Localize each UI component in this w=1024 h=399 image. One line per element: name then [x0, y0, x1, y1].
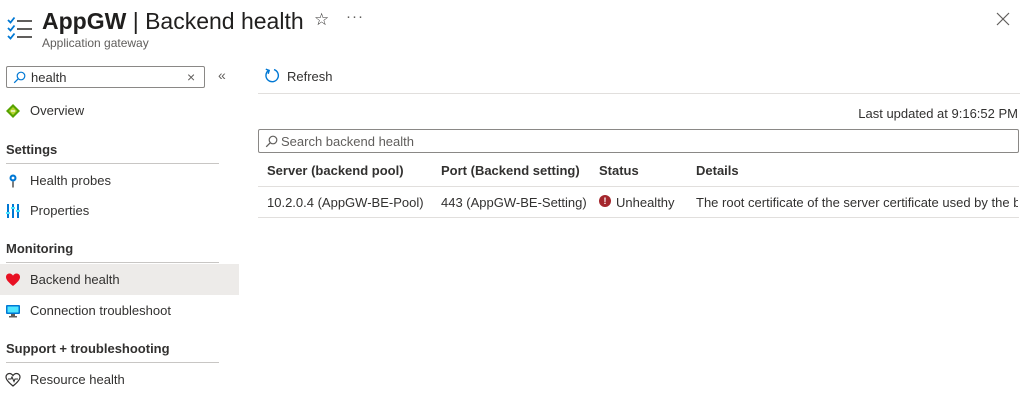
nav-item-label: Overview [30, 103, 85, 118]
column-header-status[interactable]: Status [599, 163, 639, 178]
last-updated-text: Last updated at 9:16:52 PM [858, 106, 1018, 121]
search-placeholder: Search backend health [281, 134, 414, 149]
nav-item-label: Properties [30, 203, 90, 218]
section-monitoring: Monitoring [6, 241, 74, 256]
backend-health-search-input[interactable]: Search backend health [258, 129, 1019, 153]
heart-icon [6, 273, 20, 286]
toolbar-divider [258, 93, 1020, 94]
nav-item-label: Connection troubleshoot [30, 303, 171, 318]
resource-name: AppGW [42, 8, 127, 34]
nav-item-label: Health probes [30, 173, 111, 188]
nav-item-health-probes[interactable]: Health probes [0, 165, 239, 196]
nav-item-backend-health[interactable]: Backend health [0, 264, 239, 295]
overview-icon [6, 104, 20, 118]
nav-item-label: Backend health [30, 272, 120, 287]
close-icon[interactable] [994, 10, 1012, 28]
section-settings: Settings [6, 142, 58, 157]
column-header-server[interactable]: Server (backend pool) [267, 163, 404, 178]
page-title: AppGW | Backend health [42, 6, 304, 36]
cell-status: Unhealthy [616, 195, 675, 210]
cell-server: 10.2.0.4 (AppGW-BE-Pool) [267, 195, 424, 210]
menu-search-input[interactable]: health × [6, 66, 205, 88]
section-support: Support + troubleshooting [6, 341, 170, 356]
refresh-icon [265, 68, 280, 83]
resource-health-icon [5, 372, 21, 387]
blade-name: Backend health [145, 8, 304, 34]
collapse-menu-icon[interactable]: « [218, 67, 226, 83]
properties-icon [6, 204, 20, 218]
search-icon [13, 71, 26, 84]
clear-search-icon[interactable]: × [187, 69, 195, 85]
section-divider [6, 362, 219, 363]
section-divider [6, 163, 219, 164]
backend-health-list-icon [7, 16, 32, 40]
table-row[interactable]: 10.2.0.4 (AppGW-BE-Pool) 443 (AppGW-BE-S… [258, 187, 1019, 217]
health-probe-icon [9, 174, 17, 188]
search-icon [265, 135, 278, 148]
section-divider [6, 262, 219, 263]
star-icon[interactable]: ☆ [314, 10, 329, 30]
nav-item-label: Resource health [30, 372, 125, 387]
nav-item-resource-health[interactable]: Resource health [0, 364, 239, 395]
column-header-details[interactable]: Details [696, 163, 739, 178]
error-icon: ! [599, 195, 611, 207]
cell-details[interactable]: The root certificate of the server certi… [696, 195, 1018, 210]
nav-item-connection-troubleshoot[interactable]: Connection troubleshoot [0, 295, 239, 326]
title-separator: | [126, 8, 146, 34]
row-divider [258, 217, 1019, 218]
blade-header: AppGW | Backend health Application gatew… [0, 0, 1024, 56]
nav-item-properties[interactable]: Properties [0, 195, 239, 226]
cell-port: 443 (AppGW-BE-Setting) [441, 195, 587, 210]
resource-menu: health × « Overview Settings Health prob… [0, 62, 240, 399]
nav-item-overview[interactable]: Overview [0, 95, 239, 126]
monitor-icon [6, 305, 20, 318]
menu-search-value: health [31, 70, 67, 85]
resource-type: Application gateway [42, 36, 149, 50]
column-header-port[interactable]: Port (Backend setting) [441, 163, 580, 178]
refresh-label: Refresh [287, 69, 333, 84]
more-icon[interactable]: ··· [346, 8, 364, 25]
